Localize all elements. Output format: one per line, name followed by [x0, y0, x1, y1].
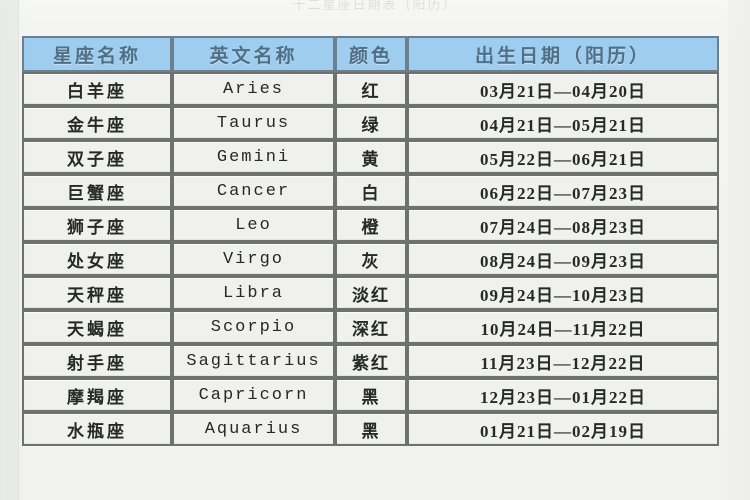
cell-english-name: Capricorn	[172, 378, 335, 412]
table-row: 双子座 Gemini 黄 05月22日—06月21日	[22, 140, 719, 174]
column-header-color: 颜色	[335, 36, 407, 72]
cell-birth-date: 09月24日—10月23日	[407, 276, 719, 310]
cell-birth-date: 04月21日—05月21日	[407, 106, 719, 140]
table-row: 水瓶座 Aquarius 黑 01月21日—02月19日	[22, 412, 719, 446]
cell-color: 黑	[335, 412, 407, 446]
cell-color: 深红	[335, 310, 407, 344]
cell-zodiac-name: 双子座	[22, 140, 172, 174]
table-header: 星座名称 英文名称 颜色 出生日期（阳历）	[22, 36, 719, 72]
table-body: 白羊座 Aries 红 03月21日—04月20日 金牛座 Taurus 绿 04月21日—0…	[22, 72, 719, 446]
cell-birth-date: 08月24日—09月23日	[407, 242, 719, 276]
cell-color: 橙	[335, 208, 407, 242]
cell-birth-date: 01月21日—02月19日	[407, 412, 719, 446]
cell-color: 紫红	[335, 344, 407, 378]
cell-english-name: Virgo	[172, 242, 335, 276]
cell-english-name: Gemini	[172, 140, 335, 174]
cell-zodiac-name: 巨蟹座	[22, 174, 172, 208]
column-header-english-name: 英文名称	[172, 36, 335, 72]
cell-birth-date: 11月23日—12月22日	[407, 344, 719, 378]
table-row: 射手座 Sagittarius 紫红 11月23日—12月22日	[22, 344, 719, 378]
cell-zodiac-name: 天秤座	[22, 276, 172, 310]
table-row: 金牛座 Taurus 绿 04月21日—05月21日	[22, 106, 719, 140]
table-row: 处女座 Virgo 灰 08月24日—09月23日	[22, 242, 719, 276]
table-row: 白羊座 Aries 红 03月21日—04月20日	[22, 72, 719, 106]
page-caption: 十二星座日期表（阳历）	[0, 0, 750, 14]
table-row: 摩羯座 Capricorn 黑 12月23日—01月22日	[22, 378, 719, 412]
zodiac-table-container: 星座名称 英文名称 颜色 出生日期（阳历） 白羊座 Aries 红 03月21日—04…	[22, 36, 722, 446]
cell-birth-date: 03月21日—04月20日	[407, 72, 719, 106]
cell-zodiac-name: 白羊座	[22, 72, 172, 106]
table-row: 狮子座 Leo 橙 07月24日—08月23日	[22, 208, 719, 242]
cell-color: 黄	[335, 140, 407, 174]
cell-color: 黑	[335, 378, 407, 412]
cell-english-name: Libra	[172, 276, 335, 310]
cell-zodiac-name: 水瓶座	[22, 412, 172, 446]
page-background: 十二星座日期表（阳历） 星座名称 英文名称 颜色 出生日期（阳历） 白羊座 Ari…	[0, 0, 750, 500]
cell-zodiac-name: 天蝎座	[22, 310, 172, 344]
cell-english-name: Leo	[172, 208, 335, 242]
column-header-zodiac-name: 星座名称	[22, 36, 172, 72]
table-row: 天蝎座 Scorpio 深红 10月24日—11月22日	[22, 310, 719, 344]
cell-color: 淡红	[335, 276, 407, 310]
cell-zodiac-name: 金牛座	[22, 106, 172, 140]
cell-zodiac-name: 摩羯座	[22, 378, 172, 412]
cell-birth-date: 07月24日—08月23日	[407, 208, 719, 242]
cell-color: 白	[335, 174, 407, 208]
cell-english-name: Sagittarius	[172, 344, 335, 378]
table-row: 巨蟹座 Cancer 白 06月22日—07月23日	[22, 174, 719, 208]
cell-english-name: Scorpio	[172, 310, 335, 344]
cell-color: 灰	[335, 242, 407, 276]
cell-english-name: Cancer	[172, 174, 335, 208]
page-caption-text: 十二星座日期表（阳历）	[292, 0, 458, 12]
cell-birth-date: 06月22日—07月23日	[407, 174, 719, 208]
cell-birth-date: 05月22日—06月21日	[407, 140, 719, 174]
column-header-birth-date: 出生日期（阳历）	[407, 36, 719, 72]
cell-color: 绿	[335, 106, 407, 140]
cell-english-name: Aquarius	[172, 412, 335, 446]
table-header-row: 星座名称 英文名称 颜色 出生日期（阳历）	[22, 36, 719, 72]
zodiac-table: 星座名称 英文名称 颜色 出生日期（阳历） 白羊座 Aries 红 03月21日—04…	[22, 36, 719, 446]
cell-english-name: Taurus	[172, 106, 335, 140]
cell-zodiac-name: 狮子座	[22, 208, 172, 242]
page-right-margin	[728, 0, 750, 500]
cell-english-name: Aries	[172, 72, 335, 106]
table-row: 天秤座 Libra 淡红 09月24日—10月23日	[22, 276, 719, 310]
cell-birth-date: 12月23日—01月22日	[407, 378, 719, 412]
page-left-margin	[0, 0, 19, 500]
cell-zodiac-name: 射手座	[22, 344, 172, 378]
cell-zodiac-name: 处女座	[22, 242, 172, 276]
cell-color: 红	[335, 72, 407, 106]
cell-birth-date: 10月24日—11月22日	[407, 310, 719, 344]
